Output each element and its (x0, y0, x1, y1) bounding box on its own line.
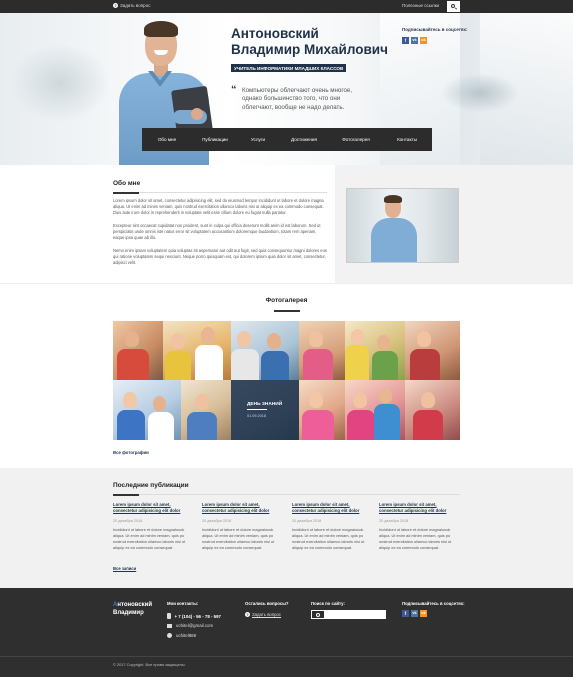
publication-date: 20 декабря 2018 (292, 518, 322, 523)
hero-quote: Компьютеры облегчают очень многое, однак… (242, 87, 387, 112)
publications-heading: Последние публикации (113, 482, 189, 489)
publication-excerpt: Incididunt ut labore et dolore magnalooo… (292, 526, 365, 550)
nav-item-achievements[interactable]: Достижения (278, 128, 330, 151)
nav-item-about[interactable]: Обо мне (142, 128, 192, 151)
gallery-photo[interactable] (345, 380, 405, 440)
odnoklassniki-icon[interactable]: ok (420, 610, 427, 617)
email-contact[interactable]: uchitel@gmail.com (167, 623, 213, 628)
gallery-photo[interactable] (299, 321, 345, 380)
ask-question-label: Задать вопрос (120, 3, 151, 8)
publication-excerpt: Incididunt ut labore et dolore magnalooo… (379, 526, 452, 550)
gallery-photo[interactable] (345, 321, 405, 380)
phone-icon (167, 613, 171, 619)
useful-links-link[interactable]: Полезные ссылки (402, 3, 439, 8)
gallery-photo[interactable] (299, 380, 345, 440)
gallery-photo[interactable] (405, 380, 460, 440)
about-heading: Обо мне (113, 180, 141, 187)
questions-heading: Остались вопросы? (245, 601, 289, 606)
publication-title[interactable]: Lorem ipsum dolor sit amet, consectetur … (292, 502, 374, 515)
facebook-icon[interactable]: f (402, 37, 409, 44)
gallery-photo[interactable] (113, 321, 163, 380)
odnoklassniki-icon[interactable]: ok (420, 37, 427, 44)
name-line-2: Владимир Михайлович (231, 42, 388, 57)
footer-ask-question-link[interactable]: ? Задать вопрос (245, 612, 281, 617)
publication-date: 20 декабря 2018 (202, 518, 232, 523)
about-paragraph-3: Nemo enim ipsam voluptatem quia voluptas… (113, 248, 327, 265)
main-nav: Обо мне Публикации Услуги Достижения Фот… (142, 128, 432, 151)
top-bar: ? Задать вопрос Полезные ссылки (0, 0, 573, 13)
mail-icon (167, 623, 172, 628)
copyright: © 2017 Copyright. Все права защищены. (113, 662, 186, 667)
vk-icon[interactable]: vk (411, 37, 418, 44)
featured-album-title: ДЕНЬ ЗНАНИЙ (247, 402, 283, 407)
quote-icon: “ (231, 84, 237, 96)
name-line-1: Антоновский (231, 26, 319, 41)
quote-line-3: облегчают, вообще не надо делать. (242, 103, 345, 111)
subscribe-label: Подписывайтесь в соцсетях: (402, 27, 468, 32)
teacher-name: Антоновский Владимир Михайлович (231, 26, 388, 58)
all-photos-link[interactable]: Все фотографии (113, 450, 149, 455)
quote-line-2: однако большинство того, что они (242, 95, 341, 103)
phone-contact: + 7 (104) - 56 - 78 - 597 (167, 613, 221, 619)
publication-date: 20 декабря 2018 (379, 518, 409, 523)
publication-title[interactable]: Lorem ipsum dolor sit amet, consectetur … (379, 502, 461, 515)
vk-icon[interactable]: vk (411, 610, 418, 617)
publication-excerpt: Incididunt ut labore et dolore magnalooo… (202, 526, 275, 550)
skype-handle: uchitel888 (176, 633, 197, 638)
about-section: Обо мне Lorem ipsum dolor sit amet, cons… (0, 165, 573, 283)
publication-title[interactable]: Lorem ipsum dolor sit amet, consectetur … (202, 502, 284, 515)
nav-item-contacts[interactable]: Контакты (382, 128, 432, 151)
nav-item-publications[interactable]: Публикации (192, 128, 238, 151)
contacts-heading: Мои контакты: (167, 601, 199, 606)
search-button[interactable] (447, 1, 460, 12)
footer-search-input[interactable] (311, 610, 386, 619)
question-icon: ? (245, 612, 250, 617)
footer: Антоновский Владимир Мои контакты: + 7 (… (0, 588, 573, 677)
hero-banner: Антоновский Владимир Михайлович УЧИТЕЛЬ … (0, 13, 573, 165)
featured-album-date: 01.09.2018 (247, 414, 267, 418)
publication-date: 20 декабря 2018 (113, 518, 143, 523)
publications-section: Последние публикации Lorem ipsum dolor s… (0, 468, 573, 588)
skype-icon (167, 633, 172, 638)
publication-card: Lorem ipsum dolor sit amet, consectetur … (379, 502, 461, 551)
search-icon (316, 612, 320, 617)
footer-logo[interactable]: Антоновский Владимир (113, 601, 152, 617)
footer-subscribe-heading: Подписывайтесь в соцсетях: (402, 601, 465, 606)
quote-line-1: Компьютеры облегчают очень многое, (242, 87, 353, 94)
phone-number: + 7 (104) - 56 - 78 - 597 (174, 613, 222, 619)
search-heading: Поиск по сайту: (311, 601, 345, 606)
all-posts-link[interactable]: Все записи (113, 566, 136, 571)
publication-card: Lorem ipsum dolor sit amet, consectetur … (202, 502, 284, 551)
gallery-heading: Фотогалерея (265, 297, 308, 304)
publication-card: Lorem ipsum dolor sit amet, consectetur … (292, 502, 374, 551)
question-icon: ? (113, 3, 118, 8)
gallery-photo[interactable] (163, 321, 231, 380)
nav-item-gallery[interactable]: Фотогалерея (330, 128, 382, 151)
gallery-photo[interactable] (181, 380, 231, 440)
skype-contact[interactable]: uchitel888 (167, 633, 196, 638)
logo-line-2: Владимир (113, 610, 144, 616)
email-address: uchitel@gmail.com (176, 623, 214, 628)
about-paragraph-2: Excepteur sint occaecat cupidatat non pr… (113, 223, 321, 240)
teacher-title-badge: УЧИТЕЛЬ ИНФОРМАТИКИ МЛАДШИХ КЛАССОВ (231, 64, 347, 72)
gallery-photo[interactable] (231, 321, 299, 380)
about-photo (346, 188, 459, 263)
facebook-icon[interactable]: f (402, 610, 409, 617)
publication-title[interactable]: Lorem ipsum dolor sit amet, consectetur … (113, 502, 195, 515)
featured-album[interactable]: ДЕНЬ ЗНАНИЙ 01.09.2018 (231, 380, 299, 440)
gallery-photo[interactable] (113, 380, 181, 440)
about-paragraph-1: Lorem ipsum dolor sit amet, consectetur … (113, 198, 324, 215)
gallery-photo[interactable] (405, 321, 460, 380)
footer-ask-question-label: Задать вопрос (252, 612, 282, 617)
logo-rest: нтоновский (117, 602, 153, 608)
ask-question-link[interactable]: ? Задать вопрос (113, 3, 150, 8)
publication-card: Lorem ipsum dolor sit amet, consectetur … (113, 502, 195, 551)
nav-item-services[interactable]: Услуги (238, 128, 278, 151)
publication-excerpt: Incididunt ut labore et dolore magnalooo… (113, 526, 186, 550)
footer-search-button[interactable] (311, 610, 325, 619)
